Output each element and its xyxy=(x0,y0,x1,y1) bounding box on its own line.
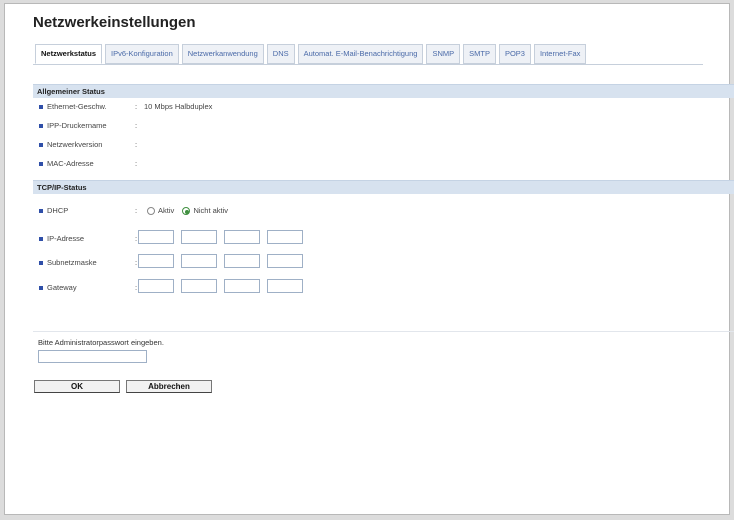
ip-address-octet-3[interactable] xyxy=(224,230,260,244)
bullet-icon xyxy=(39,209,43,214)
row-gateway: Gateway : xyxy=(39,282,137,294)
subnet-mask-octet-4[interactable] xyxy=(267,254,303,268)
section-general-status: Allgemeiner Status xyxy=(33,84,734,98)
row-label: IP-Adresse xyxy=(47,234,85,243)
row-label: DHCP xyxy=(47,206,69,215)
row-label: Gateway xyxy=(47,283,77,292)
row-label: MAC-Adresse xyxy=(47,159,94,168)
row-label: Netzwerkversion xyxy=(47,140,103,149)
bullet-icon xyxy=(39,261,43,266)
page-title: Netzwerkeinstellungen xyxy=(33,14,196,31)
bullet-icon xyxy=(39,143,43,148)
dhcp-aktiv-radio[interactable] xyxy=(147,207,155,216)
separator: : xyxy=(135,140,138,149)
subnet-mask-octet-3[interactable] xyxy=(224,254,260,268)
gateway-octet-4[interactable] xyxy=(267,279,303,293)
row-subnet-mask: Subnetzmaske : xyxy=(39,257,137,269)
gateway-octet-3[interactable] xyxy=(224,279,260,293)
tab-netzwerkstatus[interactable]: Netzwerkstatus xyxy=(35,44,103,64)
row-ip-address: IP-Adresse : xyxy=(39,233,137,245)
tab-snmp[interactable]: SNMP xyxy=(426,44,461,64)
row-label: IPP-Druckername xyxy=(47,121,107,130)
ip-address-octet-1[interactable] xyxy=(138,230,174,244)
separator: : xyxy=(135,102,138,111)
cancel-button[interactable]: Abbrechen xyxy=(126,380,212,393)
ethernet-speed-value: 10 Mbps Halbduplex xyxy=(144,102,213,111)
separator: : xyxy=(135,258,138,267)
subnet-mask-octet-1[interactable] xyxy=(138,254,174,268)
row-dhcp: DHCP : Aktiv Nicht aktiv xyxy=(39,205,228,217)
dhcp-options: Aktiv Nicht aktiv xyxy=(147,205,228,217)
separator: : xyxy=(135,206,138,215)
bullet-icon xyxy=(39,237,43,242)
bullet-icon xyxy=(39,124,43,129)
tab-netzwerkanwendung[interactable]: Netzwerkanwendung xyxy=(181,44,264,64)
tab-underline xyxy=(33,64,703,65)
row-mac-address: MAC-Adresse : xyxy=(39,158,137,170)
tab-pop3[interactable]: POP3 xyxy=(498,44,531,64)
row-label: Subnetzmaske xyxy=(47,258,97,267)
row-label: Ethernet-Geschw. xyxy=(47,102,107,111)
tab-dns[interactable]: DNS xyxy=(266,44,295,64)
subnet-mask-octet-2[interactable] xyxy=(181,254,217,268)
tab-ipv6-konfiguration[interactable]: IPv6-Konfiguration xyxy=(105,44,179,64)
row-ipp-printer-name: IPP-Druckername : xyxy=(39,120,137,132)
divider xyxy=(33,331,734,332)
gateway-octet-2[interactable] xyxy=(181,279,217,293)
row-ethernet-speed: Ethernet-Geschw. : 10 Mbps Halbduplex xyxy=(39,101,212,113)
ip-address-octet-4[interactable] xyxy=(267,230,303,244)
section-tcpip-status: TCP/IP-Status xyxy=(33,180,734,194)
settings-window: Netzwerkeinstellungen Netzwerkstatus IPv… xyxy=(4,3,734,515)
separator: : xyxy=(135,283,138,292)
tab-internet-fax[interactable]: Internet-Fax xyxy=(533,44,587,64)
ok-button[interactable]: OK xyxy=(34,380,120,393)
bullet-icon xyxy=(39,162,43,167)
admin-password-prompt: Bitte Administratorpasswort eingeben. xyxy=(38,338,164,347)
separator: : xyxy=(135,121,138,130)
tab-email-benachrichtigung[interactable]: Automat. E-Mail-Benachrichtigung xyxy=(297,44,424,64)
gateway-octet-1[interactable] xyxy=(138,279,174,293)
tab-smtp[interactable]: SMTP xyxy=(463,44,496,64)
dhcp-nicht-aktiv-radio[interactable] xyxy=(182,207,191,216)
dhcp-nicht-aktiv-label: Nicht aktiv xyxy=(193,206,229,215)
ip-address-octet-2[interactable] xyxy=(181,230,217,244)
dhcp-aktiv-label: Aktiv xyxy=(158,206,175,215)
separator: : xyxy=(135,159,138,168)
bullet-icon xyxy=(39,105,43,110)
row-network-version: Netzwerkversion : xyxy=(39,139,137,151)
admin-password-field[interactable] xyxy=(38,350,147,363)
bullet-icon xyxy=(39,286,43,291)
separator: : xyxy=(135,234,138,243)
tab-bar: Netzwerkstatus IPv6-Konfiguration Netzwe… xyxy=(35,44,589,64)
